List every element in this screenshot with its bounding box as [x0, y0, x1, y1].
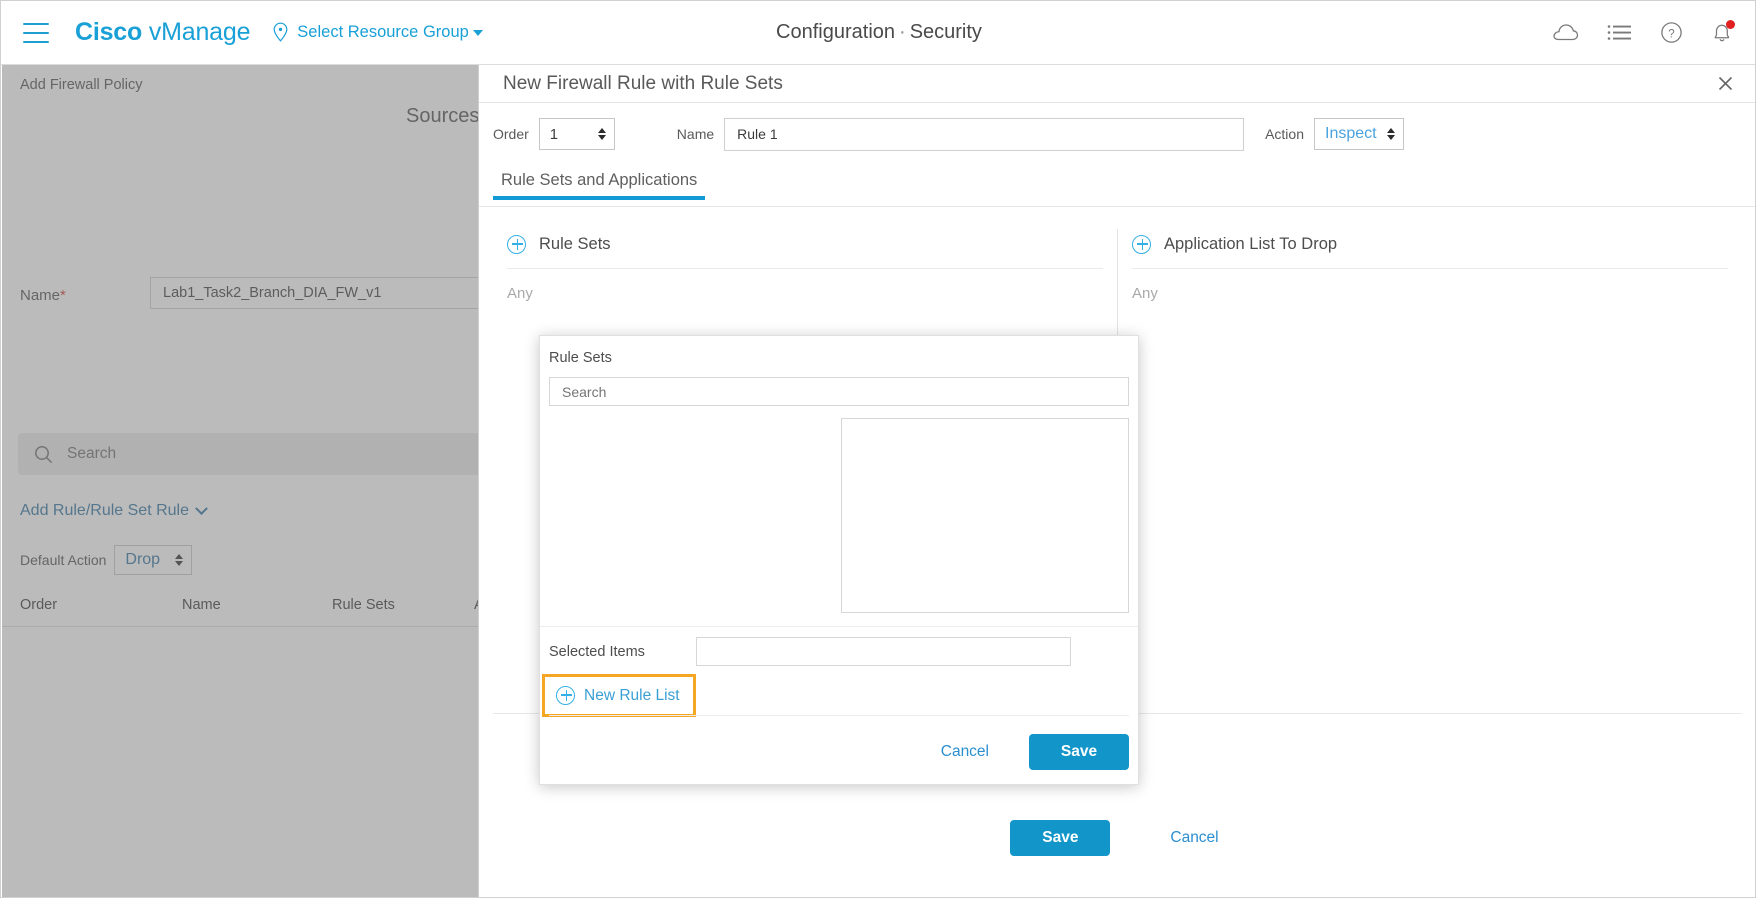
- rule-sets-picker-dialog: Rule Sets Selected Items New Rule List C…: [539, 335, 1139, 785]
- panel-cancel-button[interactable]: Cancel: [1164, 828, 1224, 848]
- order-label: Order: [493, 126, 529, 142]
- rule-sets-search-input[interactable]: [549, 377, 1129, 406]
- chevron-down-icon: [472, 29, 483, 36]
- application-list-column-header: Application List To Drop: [1132, 229, 1728, 269]
- action-select[interactable]: Inspect: [1314, 118, 1404, 150]
- application-list-column: Application List To Drop Any: [1118, 229, 1742, 589]
- page-title-separator: ·: [899, 21, 906, 43]
- selected-items-row: Selected Items: [540, 626, 1138, 676]
- panel-header: New Firewall Rule with Rule Sets: [479, 65, 1755, 103]
- spinner-arrows-icon: [1387, 128, 1395, 140]
- close-icon[interactable]: [1714, 73, 1736, 95]
- rule-meta-row: Order 1 Name Action Inspect: [479, 103, 1755, 165]
- tab-rule-sets-and-applications[interactable]: Rule Sets and Applications: [493, 165, 706, 200]
- location-pin-icon: [272, 22, 289, 43]
- action-value: Inspect: [1325, 125, 1377, 142]
- rule-sets-title: Rule Sets: [539, 235, 611, 253]
- cloud-icon[interactable]: [1552, 23, 1579, 42]
- rule-sets-empty-value: Any: [507, 285, 533, 302]
- select-resource-group-dropdown[interactable]: Select Resource Group: [272, 22, 483, 43]
- new-rule-list-label: New Rule List: [584, 686, 680, 704]
- rule-sets-options-list[interactable]: [841, 418, 1129, 613]
- selected-items-input[interactable]: [696, 637, 1071, 666]
- application-list-title: Application List To Drop: [1164, 235, 1338, 253]
- panel-title: New Firewall Rule with Rule Sets: [503, 72, 783, 94]
- order-value: 1: [549, 125, 559, 143]
- action-control: Action Inspect: [1265, 118, 1404, 150]
- tasks-list-icon[interactable]: [1607, 23, 1632, 43]
- selected-items-label: Selected Items: [549, 643, 645, 660]
- spinner-arrows-icon: [597, 128, 606, 140]
- panel-save-button[interactable]: Save: [1010, 820, 1111, 856]
- action-label: Action: [1265, 126, 1304, 142]
- notification-badge: [1726, 20, 1735, 29]
- picker-save-button[interactable]: Save: [1029, 734, 1129, 770]
- svg-text:?: ?: [1668, 28, 1674, 40]
- new-rule-list-button[interactable]: New Rule List: [542, 674, 696, 717]
- order-stepper[interactable]: 1: [538, 118, 615, 150]
- notifications-bell-icon[interactable]: [1711, 20, 1735, 44]
- top-navigation-icons: ?: [1552, 20, 1735, 44]
- panel-tabs: Rule Sets and Applications: [479, 165, 1755, 207]
- top-navigation-bar: Cisco vManage Select Resource Group Conf…: [1, 1, 1755, 65]
- plus-circle-icon[interactable]: [1132, 235, 1151, 254]
- resource-group-label: Select Resource Group: [297, 23, 469, 41]
- application-window: Cisco vManage Select Resource Group Conf…: [0, 0, 1756, 898]
- application-list-empty-value: Any: [1132, 285, 1158, 302]
- picker-cancel-button[interactable]: Cancel: [935, 742, 995, 762]
- tab-label: Rule Sets and Applications: [501, 171, 698, 189]
- help-icon[interactable]: ?: [1660, 21, 1683, 44]
- brand-name-vmanage: vManage: [148, 18, 251, 46]
- brand-logo: Cisco vManage: [75, 18, 250, 47]
- plus-circle-icon[interactable]: [507, 235, 526, 254]
- brand-name-cisco: Cisco: [75, 18, 143, 46]
- panel-footer-actions: Save Cancel: [479, 820, 1755, 856]
- rule-sets-picker-label: Rule Sets: [549, 350, 612, 366]
- page-title-primary: Configuration: [776, 21, 896, 43]
- page-title-secondary: Security: [909, 21, 982, 43]
- rule-sets-picker-footer: Cancel Save: [549, 715, 1129, 770]
- rule-sets-column-header: Rule Sets: [507, 229, 1103, 269]
- plus-circle-icon: [556, 686, 575, 705]
- rule-name-label: Name: [676, 126, 715, 142]
- hamburger-menu-icon[interactable]: [23, 22, 49, 43]
- rule-name-input[interactable]: [724, 117, 1245, 151]
- page-title: Configuration · Security: [1, 21, 1755, 44]
